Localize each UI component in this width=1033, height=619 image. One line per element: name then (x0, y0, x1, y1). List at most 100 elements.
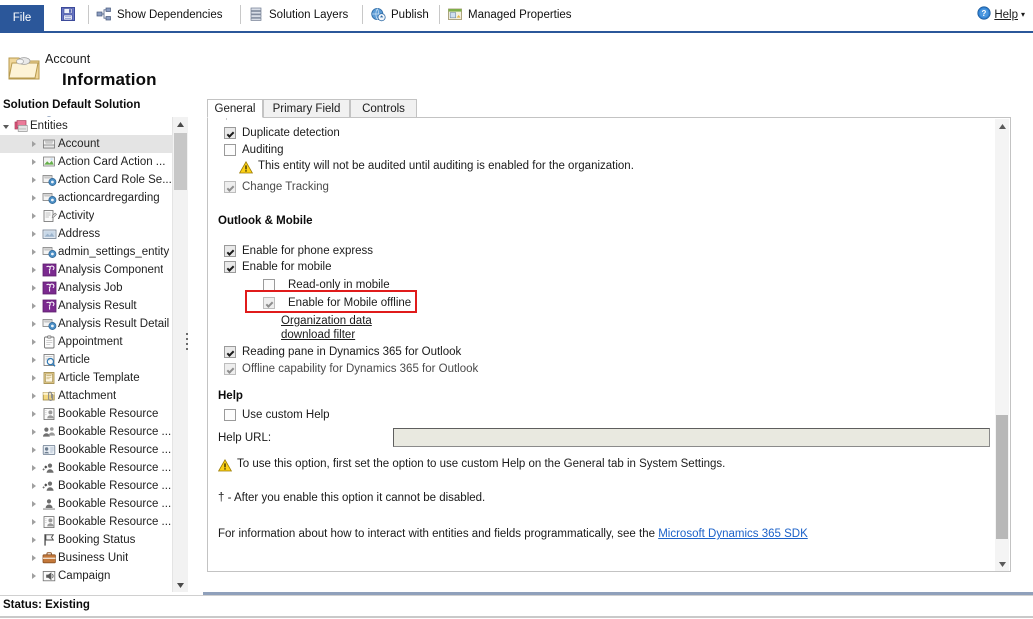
use-custom-help-checkbox[interactable] (224, 409, 236, 421)
tree-item-actioncardregarding[interactable]: actioncardregarding (0, 189, 172, 207)
tab-controls[interactable]: Controls (350, 99, 417, 118)
tree-item-analysis-result[interactable]: Analysis Result (0, 297, 172, 315)
tree-node-entities[interactable]: Entities (0, 117, 172, 135)
chevron-right-icon[interactable] (28, 320, 40, 329)
layers-icon (248, 6, 264, 25)
enable-phone-express-checkbox[interactable] (224, 245, 236, 257)
auditing-row[interactable]: Auditing (224, 143, 284, 161)
chevron-right-icon[interactable] (28, 500, 40, 509)
chevron-right-icon[interactable] (28, 392, 40, 401)
duplicate-detection-row[interactable]: Duplicate detection (224, 126, 340, 144)
tree-item-campaign[interactable]: Campaign (0, 567, 172, 585)
file-tab[interactable]: File (0, 5, 44, 31)
tree-item-article[interactable]: Article (0, 351, 172, 369)
readonly-mobile-row[interactable]: Read-only in mobile (263, 278, 390, 296)
panel-scrollbar-thumb[interactable] (996, 415, 1008, 539)
enable-mobile-row[interactable]: Enable for mobile (224, 260, 332, 278)
chevron-right-icon[interactable] (28, 572, 40, 581)
sdk-link[interactable]: Microsoft Dynamics 365 SDK (658, 528, 808, 540)
tree-item-label: Analysis Job (58, 282, 123, 294)
address-icon (40, 227, 58, 241)
tree-item-activity[interactable]: Activity (0, 207, 172, 225)
solution-layers-button[interactable]: Solution Layers (248, 4, 348, 26)
tab-primary-field[interactable]: Primary Field (263, 99, 350, 118)
scroll-up-arrow-icon[interactable] (995, 119, 1009, 133)
show-dependencies-button[interactable]: Show Dependencies (96, 4, 223, 26)
tree-item-analysis-job[interactable]: Analysis Job (0, 279, 172, 297)
tab-label: Controls (362, 103, 405, 115)
enable-mobile-checkbox[interactable] (224, 261, 236, 273)
chevron-right-icon[interactable] (28, 158, 40, 167)
publish-label: Publish (391, 9, 429, 21)
tree-item-bookable-resource[interactable]: Bookable Resource ... (0, 477, 172, 495)
tree-item-bookable-resource[interactable]: Bookable Resource (0, 405, 172, 423)
chevron-right-icon[interactable] (28, 428, 40, 437)
scroll-down-arrow-icon[interactable] (173, 578, 188, 592)
organization-data-link[interactable]: Organization data (281, 315, 372, 327)
chevron-down-icon[interactable] (0, 122, 12, 131)
chevron-right-icon[interactable] (28, 374, 40, 383)
chevron-right-icon[interactable] (28, 248, 40, 257)
article-icon (40, 353, 58, 367)
tree-item-analysis-component[interactable]: Analysis Component (0, 261, 172, 279)
help-button[interactable]: ? Help ▾ (977, 6, 1025, 23)
help-url-input[interactable] (393, 428, 990, 447)
publish-button[interactable]: Publish (370, 4, 429, 26)
chevron-right-icon[interactable] (28, 554, 40, 563)
scroll-down-arrow-icon[interactable] (995, 557, 1009, 571)
mobile-offline-checkbox[interactable] (263, 297, 275, 309)
tree-item-address[interactable]: Address (0, 225, 172, 243)
chevron-right-icon[interactable] (28, 410, 40, 419)
reading-pane-row[interactable]: Reading pane in Dynamics 365 for Outlook (224, 345, 461, 363)
outlook-mobile-section-title: Outlook & Mobile (218, 215, 313, 227)
tree-item-bookable-resource[interactable]: Bookable Resource ... (0, 495, 172, 513)
reading-pane-checkbox[interactable] (224, 346, 236, 358)
duplicate-detection-checkbox[interactable] (224, 127, 236, 139)
chevron-right-icon[interactable] (28, 230, 40, 239)
chevron-right-icon[interactable] (28, 194, 40, 203)
tree-item-attachment[interactable]: Attachment (0, 387, 172, 405)
panel-scrollbar[interactable] (995, 119, 1009, 571)
chevron-right-icon[interactable] (28, 464, 40, 473)
tree-item-account[interactable]: Account (0, 135, 172, 153)
sdk-info-text: For information about how to interact wi… (218, 528, 658, 540)
tree-item-bookable-resource[interactable]: Bookable Resource ... (0, 441, 172, 459)
tree-item-admin-settings-entity[interactable]: admin_settings_entity (0, 243, 172, 261)
tree-item-business-unit[interactable]: Business Unit (0, 549, 172, 567)
download-filter-link[interactable]: download filter (281, 329, 355, 341)
sidebar-scrollbar-thumb[interactable] (174, 133, 187, 190)
managed-properties-button[interactable]: Managed Properties (447, 4, 572, 26)
chevron-right-icon[interactable] (28, 446, 40, 455)
chevron-right-icon[interactable] (28, 176, 40, 185)
auditing-checkbox[interactable] (224, 144, 236, 156)
tab-general[interactable]: General (207, 99, 263, 118)
chevron-right-icon[interactable] (28, 536, 40, 545)
tree-item-appointment[interactable]: Appointment (0, 333, 172, 351)
chevron-right-icon[interactable] (28, 266, 40, 275)
tree-item-booking-status[interactable]: Booking Status (0, 531, 172, 549)
save-button[interactable] (60, 4, 76, 26)
readonly-mobile-checkbox[interactable] (263, 279, 275, 291)
chevron-right-icon[interactable] (28, 212, 40, 221)
chevron-right-icon[interactable] (28, 518, 40, 527)
tree-item-analysis-result-detail[interactable]: Analysis Result Detail (0, 315, 172, 333)
analysis-icon (40, 281, 58, 295)
tree-item-bookable-resource[interactable]: Bookable Resource ... (0, 513, 172, 531)
chevron-right-icon[interactable] (28, 482, 40, 491)
tree-item-article-template[interactable]: Article Template (0, 369, 172, 387)
tree-item-action-card-action[interactable]: Action Card Action ... (0, 153, 172, 171)
chevron-right-icon[interactable] (28, 140, 40, 149)
tree-item-label: Bookable Resource ... (58, 462, 171, 474)
tree-item-action-card-role-se[interactable]: Action Card Role Se... (0, 171, 172, 189)
chevron-right-icon[interactable] (28, 356, 40, 365)
chevron-right-icon[interactable] (28, 302, 40, 311)
solution-layers-label: Solution Layers (269, 9, 348, 21)
pane-splitter-grip[interactable] (186, 330, 190, 360)
mobile-offline-row[interactable]: Enable for Mobile offline (263, 296, 411, 314)
tree-item-bookable-resource[interactable]: Bookable Resource ... (0, 459, 172, 477)
chevron-right-icon[interactable] (28, 284, 40, 293)
use-custom-help-row[interactable]: Use custom Help (224, 408, 330, 426)
tree-item-bookable-resource[interactable]: Bookable Resource ... (0, 423, 172, 441)
scroll-up-arrow-icon[interactable] (173, 117, 188, 131)
chevron-right-icon[interactable] (28, 338, 40, 347)
